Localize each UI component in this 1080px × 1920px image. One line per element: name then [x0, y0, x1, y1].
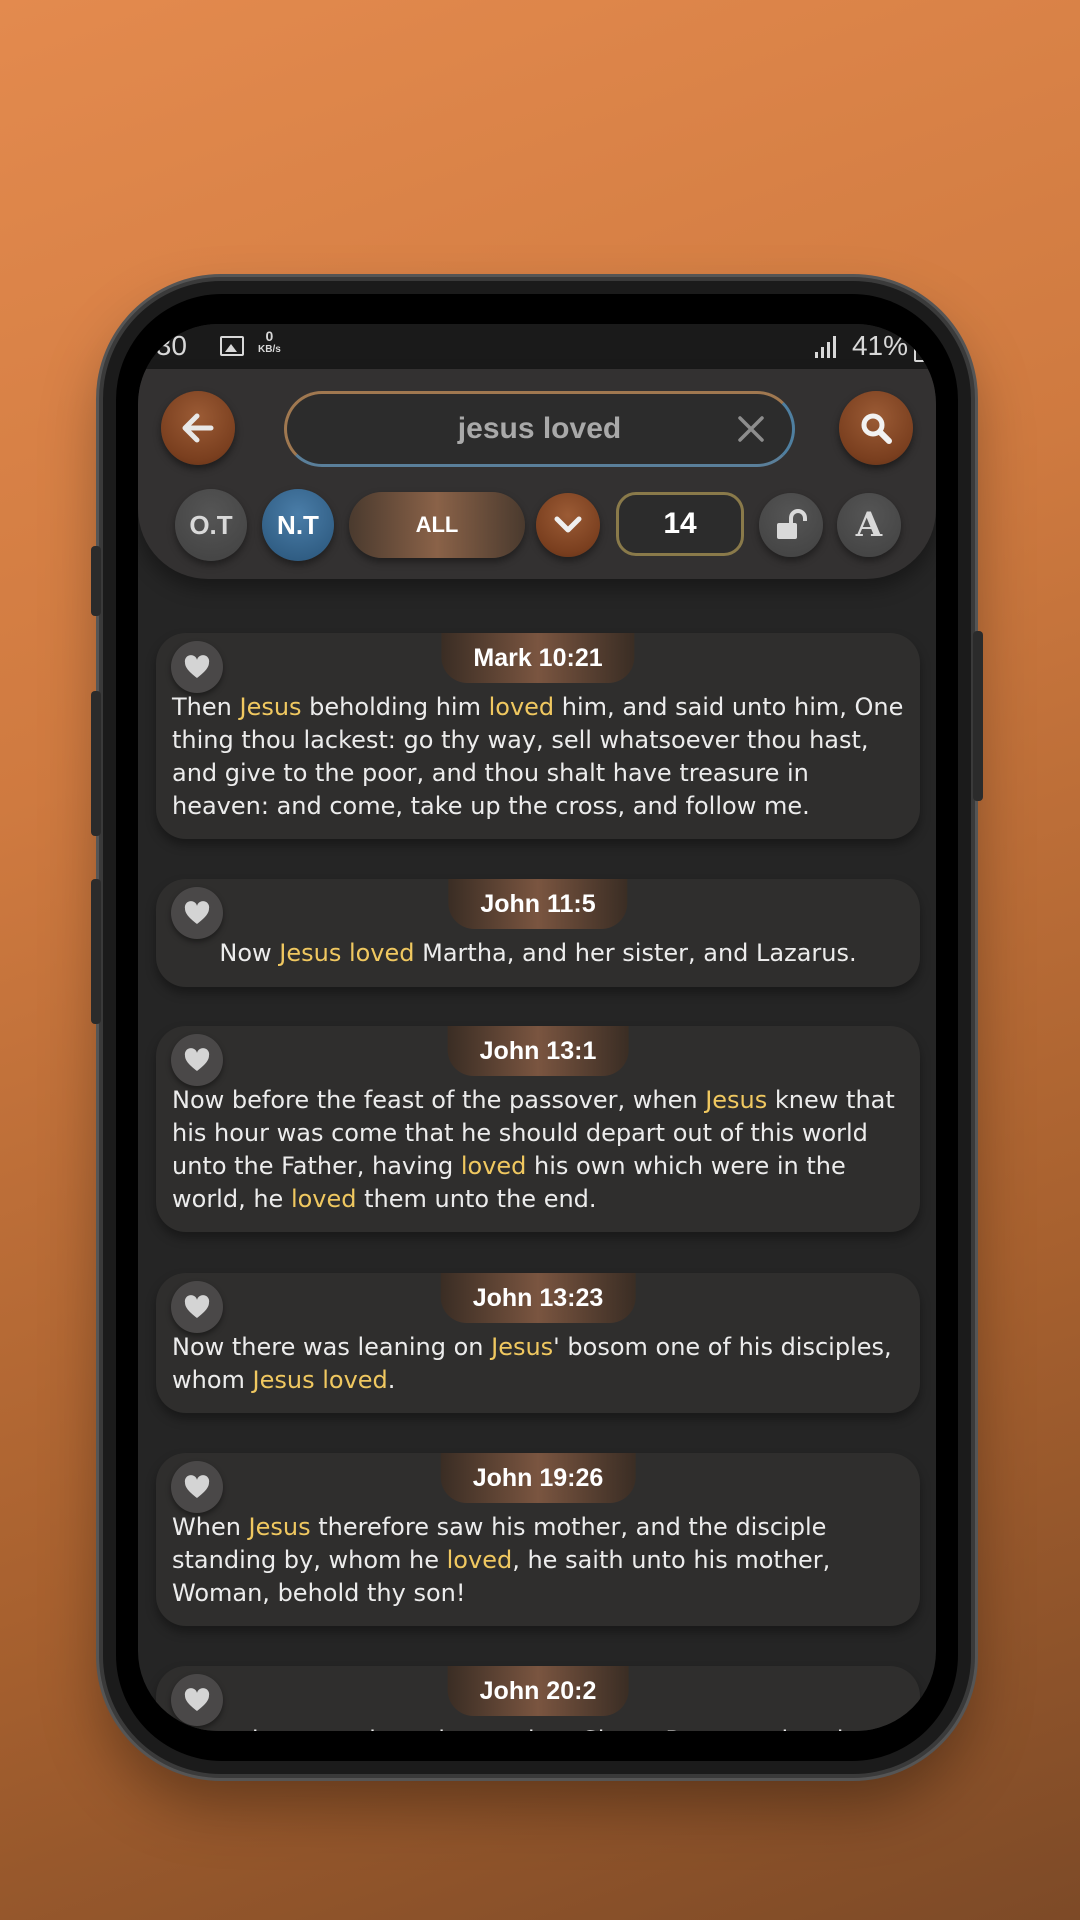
verse-reference: John 19:26 [440, 1453, 636, 1503]
verse-card[interactable]: Mark 10:21 Then Jesus beholding him love… [156, 633, 920, 839]
signal-icon [815, 336, 836, 358]
status-time: :30 [148, 330, 187, 361]
chevron-down-icon [554, 516, 582, 533]
favorite-button[interactable] [171, 887, 223, 939]
status-bar: :30 0 KB/s 41% [138, 324, 936, 369]
verse-reference: John 13:23 [440, 1273, 636, 1323]
battery-icon [914, 338, 932, 362]
book-filter-all-button[interactable]: ALL [349, 492, 525, 558]
verse-text: Now before the feast of the passover, wh… [172, 1084, 904, 1216]
favorite-button[interactable] [171, 1281, 223, 1333]
battery-percent: 41% [851, 330, 908, 361]
search-icon [861, 413, 892, 444]
heart-icon [184, 1295, 210, 1318]
highlighted-term: loved [446, 1546, 513, 1574]
unlock-icon [777, 509, 807, 539]
favorite-button[interactable] [171, 1674, 223, 1726]
verse-segment: Now before the feast of the passover, wh… [172, 1086, 706, 1114]
verse-segment: . [387, 1366, 396, 1394]
phone-side-button [973, 631, 983, 801]
heart-icon [184, 1475, 210, 1498]
favorite-button[interactable] [171, 1461, 223, 1513]
old-testament-button[interactable]: O.T [175, 489, 247, 561]
verse-card[interactable]: John 11:5 Now Jesus loved Martha, and he… [156, 879, 920, 987]
verse-card[interactable]: John 20:2 Then she runneth, and cometh t… [156, 1666, 920, 1731]
verse-segment: Martha, and her sister, and Lazarus. [414, 939, 857, 967]
new-testament-button[interactable]: N.T [262, 489, 334, 561]
highlighted-term: Jesus loved [279, 939, 415, 967]
favorite-button[interactable] [171, 1034, 223, 1086]
network-speed: 0 KB/s [258, 329, 281, 357]
verse-segment: Now [219, 939, 280, 967]
phone-side-button [91, 546, 101, 616]
close-icon[interactable] [736, 414, 766, 444]
phone-side-button [91, 691, 101, 836]
search-button[interactable] [839, 391, 913, 465]
heart-icon [184, 1688, 210, 1711]
verse-text: When Jesus therefore saw his mother, and… [172, 1511, 904, 1610]
verse-reference: John 13:1 [447, 1026, 629, 1076]
highlighted-term: Jesus loved [252, 1366, 388, 1394]
verse-segment: Then she runneth, and cometh to Simon Pe… [172, 1726, 867, 1731]
filter-row: O.T N.T ALL 14 A [138, 487, 936, 561]
verse-segment: beholding him [301, 693, 489, 721]
highlighted-term: loved [488, 693, 555, 721]
heart-icon [184, 901, 210, 924]
arrow-left-icon [182, 413, 214, 443]
heart-icon [184, 655, 210, 678]
highlighted-term: Jesus [239, 693, 302, 721]
verse-text: Then Jesus beholding him loved him, and … [172, 691, 904, 823]
verse-reference: Mark 10:21 [441, 633, 635, 683]
lock-toggle-button[interactable] [759, 493, 823, 557]
result-count: 14 [616, 492, 744, 556]
highlighted-term: Jesus [491, 1333, 554, 1361]
network-speed-value: 0 [265, 328, 274, 344]
search-query: jesus loved [457, 412, 622, 445]
phone-frame: :30 0 KB/s 41% jesus loved O.T N.T ALL 1… [91, 281, 983, 1774]
highlighted-term: Jesus [705, 1086, 768, 1114]
verse-card[interactable]: John 19:26 When Jesus therefore saw his … [156, 1453, 920, 1626]
verse-segment: Then [172, 693, 240, 721]
verse-reference: John 11:5 [448, 879, 628, 929]
highlighted-term: loved [290, 1185, 357, 1213]
heart-icon [184, 1048, 210, 1071]
app-screen: :30 0 KB/s 41% jesus loved O.T N.T ALL 1… [138, 324, 936, 1731]
verse-card[interactable]: John 13:23 Now there was leaning on Jesu… [156, 1273, 920, 1413]
verse-text: Now Jesus loved Martha, and her sister, … [172, 937, 904, 970]
search-header: jesus loved O.T N.T ALL 14 A [138, 369, 936, 579]
favorite-button[interactable] [171, 641, 223, 693]
verse-reference: John 20:2 [447, 1666, 629, 1716]
back-button[interactable] [161, 391, 235, 465]
verse-segment: When [172, 1513, 249, 1541]
verse-text: Then she runneth, and cometh to Simon Pe… [172, 1724, 904, 1731]
verse-card[interactable]: John 13:1 Now before the feast of the pa… [156, 1026, 920, 1232]
dropdown-button[interactable] [536, 493, 600, 557]
verse-text: Now there was leaning on Jesus' bosom on… [172, 1331, 904, 1397]
verse-segment: them unto the end. [356, 1185, 597, 1213]
highlighted-term: loved [460, 1152, 527, 1180]
search-input[interactable]: jesus loved [284, 391, 795, 467]
highlighted-term: Jesus [248, 1513, 311, 1541]
font-size-button[interactable]: A [837, 493, 901, 557]
phone-side-button [91, 879, 101, 1024]
image-notification-icon [220, 336, 244, 356]
network-speed-unit: KB/s [258, 344, 281, 355]
verse-segment: Now there was leaning on [172, 1333, 492, 1361]
screen-bezel: :30 0 KB/s 41% jesus loved O.T N.T ALL 1… [116, 294, 958, 1761]
